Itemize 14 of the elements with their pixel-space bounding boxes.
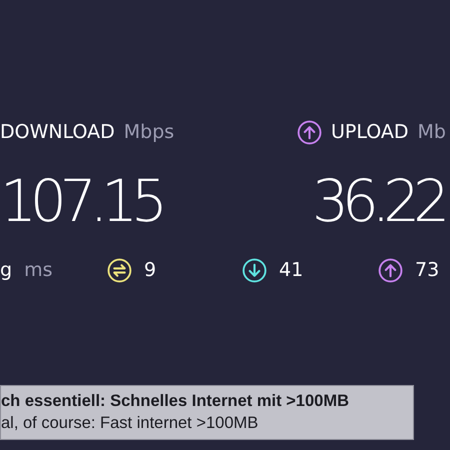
- stat-value: g: [0, 259, 12, 281]
- result-label: UPLOAD: [331, 121, 409, 143]
- speed-value: 107.15: [0, 166, 162, 237]
- stat-value: 41: [279, 259, 304, 281]
- unit-label: ms: [24, 259, 52, 281]
- unit-label: Mb: [418, 121, 446, 143]
- stat-value: 9: [144, 259, 156, 281]
- subtitle-line: ch essentiell: Schnelles Internet mit >100MB: [1, 391, 349, 412]
- swap-arrows-icon: [107, 258, 132, 282]
- result-label: DOWNLOAD: [0, 121, 115, 143]
- unit-label: Mbps: [124, 121, 174, 143]
- stat-value: 73: [415, 259, 440, 281]
- subtitle-line: al, of course: Fast internet >100MB: [1, 413, 258, 434]
- speed-value: 36.22: [312, 166, 445, 237]
